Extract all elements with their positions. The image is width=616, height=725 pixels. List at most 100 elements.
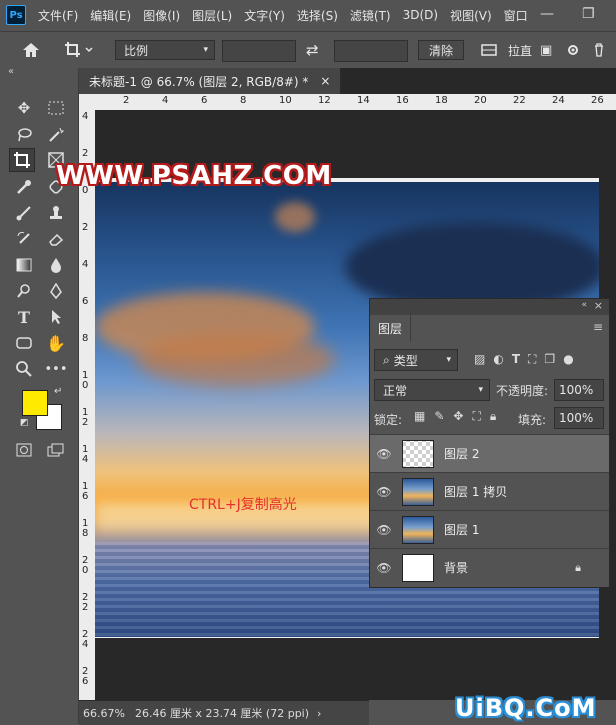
dodge-tool-icon[interactable] xyxy=(11,279,37,303)
visibility-eye-icon[interactable]: 👁︎ xyxy=(370,485,398,499)
shape-filter-icon[interactable]: ⛶ xyxy=(528,352,536,367)
layer-name: 图层 2 xyxy=(444,447,480,461)
layer-name: 图层 1 xyxy=(444,523,480,537)
width-field[interactable] xyxy=(222,40,296,62)
clone-stamp-tool-icon[interactable] xyxy=(43,201,69,225)
menu-select[interactable]: 选择(S) xyxy=(297,7,338,24)
settings-gear-icon[interactable] xyxy=(566,32,580,68)
layer-filter-select[interactable]: ⌕ 类型 ▾ xyxy=(374,349,458,371)
lock-position-icon[interactable]: ✥ xyxy=(453,409,463,424)
ruler-tick-label: 2 xyxy=(82,148,89,159)
zoom-tool-icon[interactable] xyxy=(11,357,37,381)
lasso-tool-icon[interactable] xyxy=(11,123,37,147)
ruler-tick-label: 12 xyxy=(318,95,331,106)
minimize-button[interactable]: — xyxy=(540,6,554,22)
brush-tool-icon[interactable] xyxy=(11,201,37,225)
crop-tool-icon[interactable] xyxy=(9,148,35,172)
status-arrow-icon[interactable]: › xyxy=(317,707,321,720)
type-filter-icon[interactable]: T xyxy=(512,352,520,367)
lock-all-icon[interactable]: 🔒︎ xyxy=(490,409,496,424)
home-icon[interactable] xyxy=(22,32,40,68)
menu-view[interactable]: 视图(V) xyxy=(450,7,492,24)
screen-mode-icon[interactable] xyxy=(43,438,69,462)
layer-thumbnail xyxy=(402,515,434,544)
ruler-tick-label: 26 xyxy=(82,666,89,687)
chevron-down-icon: ▾ xyxy=(203,45,208,55)
magic-wand-tool-icon[interactable] xyxy=(43,123,69,147)
menu-window[interactable]: 窗口 xyxy=(504,7,528,24)
menu-layer[interactable]: 图层(L) xyxy=(192,7,232,24)
menu-file[interactable]: 文件(F) xyxy=(38,7,78,24)
visibility-eye-icon[interactable]: 👁︎ xyxy=(370,523,398,537)
overlay-grid-icon[interactable]: ▣ xyxy=(540,32,552,68)
watermark-bottom: UiBQ.CoM xyxy=(455,694,597,722)
panel-menu-icon[interactable]: ≡ xyxy=(593,320,603,334)
lock-artboard-icon[interactable]: ⛶ xyxy=(472,409,480,424)
move-tool-icon[interactable]: ✥ xyxy=(11,96,37,120)
foreground-color-chip[interactable] xyxy=(22,390,48,416)
ruler-tick-label: 22 xyxy=(513,95,526,106)
default-colors-icon[interactable]: ◩ xyxy=(20,418,29,428)
path-selection-tool-icon[interactable] xyxy=(43,305,69,329)
blend-mode-select[interactable]: 正常 ▾ xyxy=(374,379,490,401)
height-field[interactable] xyxy=(334,40,408,62)
visibility-eye-icon[interactable]: 👁︎ xyxy=(370,561,398,575)
lock-icon[interactable]: 🔒︎ xyxy=(575,561,581,575)
lock-icons: ▦ ✎ ✥ ⛶ 🔒︎ xyxy=(414,409,496,424)
restore-button[interactable]: ❐ xyxy=(582,6,595,22)
quick-mask-icon[interactable] xyxy=(11,438,37,462)
close-icon[interactable]: × xyxy=(594,299,603,312)
smart-object-filter-icon[interactable]: ❐ xyxy=(544,352,555,367)
foreground-color-swatch[interactable] xyxy=(22,390,62,430)
status-bar: 66.67% 26.46 厘米 x 23.74 厘米 (72 ppi) › xyxy=(79,700,369,725)
ratio-select-label: 比例 xyxy=(124,43,149,58)
straighten-label[interactable]: 拉直 xyxy=(508,32,532,68)
menu-edit[interactable]: 编辑(E) xyxy=(90,7,131,24)
zoom-level[interactable]: 66.67% xyxy=(83,707,125,720)
collapse-panel-icon[interactable]: « xyxy=(8,66,14,77)
gradient-tool-icon[interactable] xyxy=(11,253,37,277)
lock-transparency-icon[interactable]: ▦ xyxy=(414,409,425,424)
swap-colors-icon[interactable]: ↵ xyxy=(54,386,62,397)
layer-row[interactable]: 👁︎ 图层 1 xyxy=(370,510,609,548)
menu-3d[interactable]: 3D(D) xyxy=(403,8,438,22)
document-tab[interactable]: 未标题-1 @ 66.7% (图层 2, RGB/8#) * × xyxy=(79,68,342,94)
close-icon[interactable]: × xyxy=(320,74,330,88)
swap-icon[interactable]: ⇄ xyxy=(306,32,319,68)
eyedropper-tool-icon[interactable] xyxy=(11,175,37,199)
tab-layers[interactable]: 图层 xyxy=(370,315,411,341)
adjustment-filter-icon[interactable]: ◐ xyxy=(493,352,503,367)
delete-cropped-icon[interactable] xyxy=(592,32,606,68)
more-tools-icon[interactable]: ••• xyxy=(43,357,69,381)
menu-filter[interactable]: 滤镜(T) xyxy=(350,7,391,24)
eraser-tool-icon[interactable] xyxy=(43,227,69,251)
tutorial-annotation: CTRL+J复制高光 xyxy=(189,497,297,513)
ruler-tick-label: 20 xyxy=(82,555,89,576)
filter-toggle-icon[interactable]: ● xyxy=(563,352,573,367)
ratio-select[interactable]: 比例 ▾ xyxy=(115,40,215,60)
fill-field[interactable]: 100% xyxy=(554,407,604,429)
layer-row[interactable]: 👁︎ 背景 🔒︎ xyxy=(370,548,609,586)
blur-tool-icon[interactable] xyxy=(43,253,69,277)
opacity-field[interactable]: 100% xyxy=(554,379,604,401)
menu-image[interactable]: 图像(I) xyxy=(143,7,180,24)
history-brush-tool-icon[interactable] xyxy=(11,227,37,251)
pen-tool-icon[interactable] xyxy=(43,279,69,303)
layer-row[interactable]: 👁︎ 图层 2 xyxy=(370,434,609,472)
ruler-tick-label: 16 xyxy=(82,481,89,502)
straighten-icon[interactable] xyxy=(480,32,498,68)
pixel-filter-icon[interactable]: ▨ xyxy=(474,352,485,367)
visibility-eye-icon[interactable]: 👁︎ xyxy=(370,447,398,461)
type-tool-icon[interactable]: T xyxy=(11,305,37,329)
clear-button[interactable]: 清除 xyxy=(418,40,464,60)
lock-image-icon[interactable]: ✎ xyxy=(434,409,444,424)
layer-row[interactable]: 👁︎ 图层 1 拷贝 xyxy=(370,472,609,510)
collapse-panel-icon[interactable]: « xyxy=(581,300,587,310)
crop-tool-preset-icon[interactable] xyxy=(64,32,94,68)
menu-type[interactable]: 文字(Y) xyxy=(244,7,285,24)
hand-tool-icon[interactable]: ✋ xyxy=(43,331,69,355)
marquee-tool-icon[interactable] xyxy=(43,96,69,120)
rectangle-tool-icon[interactable] xyxy=(11,331,37,355)
ruler-tick-label: 20 xyxy=(474,95,487,106)
ruler-tick-label: 8 xyxy=(82,333,89,344)
